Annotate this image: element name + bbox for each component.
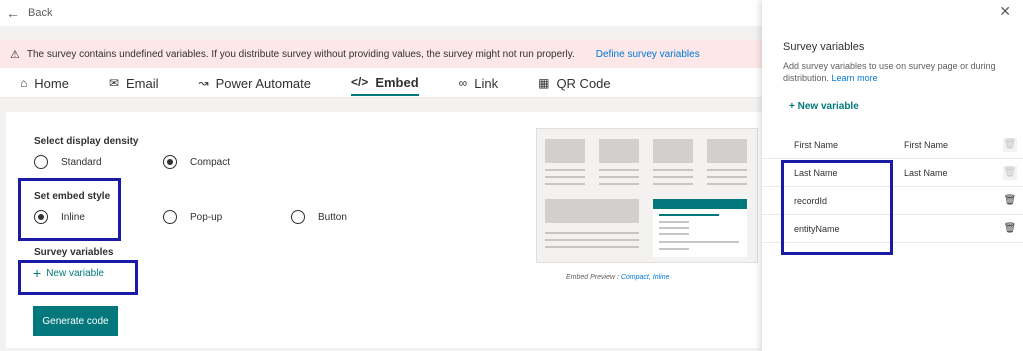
preview-line	[659, 233, 689, 235]
tab-label: Email	[126, 75, 159, 91]
define-variables-link[interactable]: Define survey variables	[596, 49, 700, 60]
tab-label: Link	[474, 75, 499, 91]
top-bar: ← Back	[0, 0, 762, 26]
density-label: Select display density	[34, 136, 139, 147]
variable-value: Last Name	[904, 167, 948, 178]
mail-icon: ✉	[108, 76, 119, 90]
preview-line	[659, 241, 739, 243]
tab-label: QR Code	[556, 75, 611, 91]
link-icon: ∞	[458, 76, 468, 90]
tab-link[interactable]: ∞ Link	[459, 68, 498, 96]
preview-block	[599, 139, 639, 163]
radio-label: Compact	[190, 156, 231, 168]
tab-home[interactable]: ⌂ Home	[20, 68, 69, 96]
preview-line	[545, 239, 639, 241]
tab-qr-code[interactable]: ▦ QR Code	[538, 68, 611, 96]
back-link[interactable]: Back	[28, 7, 52, 19]
radio-label: Pop-up	[190, 211, 223, 223]
panel-description: Add survey variables to use on survey pa…	[783, 60, 1018, 84]
tab-power-automate[interactable]: ↝ Power Automate	[199, 68, 311, 96]
survey-variables-label: Survey variables	[34, 247, 114, 258]
annotation-highlight-new-variable	[18, 260, 138, 295]
density-compact-radio[interactable]: Compact	[163, 155, 230, 169]
learn-more-link[interactable]: Learn more	[832, 73, 878, 83]
preview-block	[653, 139, 693, 163]
preview-caption: Embed Preview : Compact, Inline	[566, 274, 670, 281]
tab-embed[interactable]: </> Embed	[350, 68, 419, 96]
radio-circle	[34, 155, 48, 169]
panel-title: Survey variables	[783, 41, 865, 53]
preview-line	[653, 183, 693, 185]
preview-block	[545, 199, 639, 223]
preview-line	[545, 176, 585, 178]
preview-line	[545, 169, 585, 171]
variable-row: First Name First Name 🗑	[762, 131, 1023, 159]
variable-value: First Name	[904, 139, 949, 150]
embed-style-button-radio[interactable]: Button	[291, 210, 347, 224]
radio-circle	[163, 155, 177, 169]
preview-line	[545, 232, 639, 234]
flow-icon: ↝	[198, 76, 209, 90]
preview-line	[659, 227, 689, 229]
tab-email[interactable]: ✉ Email	[109, 68, 159, 96]
annotation-highlight-inline	[18, 178, 121, 241]
embed-preview-image	[536, 128, 758, 263]
preview-line	[707, 169, 747, 171]
preview-line	[545, 246, 639, 248]
preview-block	[707, 139, 747, 163]
back-arrow-icon[interactable]: ←	[6, 5, 20, 21]
share-tabs: ⌂ Home ✉ Email ↝ Power Automate </> Embe…	[0, 68, 762, 98]
preview-line	[599, 176, 639, 178]
radio-label: Standard	[61, 156, 102, 168]
warning-banner: ⚠ The survey contains undefined variable…	[0, 40, 762, 68]
preview-line	[599, 183, 639, 185]
embed-content: Select display density Standard Compact …	[6, 112, 762, 348]
preview-line	[659, 214, 719, 216]
panel-new-variable-button[interactable]: + New variable	[789, 101, 859, 112]
preview-line	[707, 183, 747, 185]
warning-icon: ⚠	[10, 48, 20, 61]
code-icon: </>	[350, 75, 369, 89]
preview-line	[707, 176, 747, 178]
home-icon: ⌂	[20, 76, 28, 90]
radio-circle	[163, 210, 177, 224]
tab-label: Embed	[375, 74, 419, 90]
preview-line	[545, 183, 585, 185]
preview-caption-prefix: Embed Preview :	[566, 274, 621, 281]
preview-line	[653, 169, 693, 171]
panel-description-text: Add survey variables to use on survey pa…	[783, 61, 996, 83]
preview-block	[545, 139, 585, 163]
radio-label: Button	[318, 211, 347, 223]
tab-label: Power Automate	[215, 75, 311, 91]
tab-label: Home	[34, 75, 69, 91]
preview-line	[599, 169, 639, 171]
qr-code-icon: ▦	[538, 76, 550, 90]
delete-icon[interactable]: 🗑	[1003, 194, 1017, 208]
variable-name: First Name	[794, 139, 839, 150]
delete-icon: 🗑	[1003, 137, 1017, 152]
delete-icon: 🗑	[1003, 165, 1017, 180]
generate-code-button[interactable]: Generate code	[33, 306, 118, 336]
preview-line	[653, 176, 693, 178]
preview-line	[659, 221, 689, 223]
close-icon[interactable]: ✕	[999, 3, 1011, 20]
survey-variables-panel: ✕ Survey variables Add survey variables …	[762, 0, 1023, 351]
embed-style-popup-radio[interactable]: Pop-up	[163, 210, 222, 224]
preview-embed-header	[653, 199, 747, 209]
preview-line	[659, 248, 689, 250]
radio-circle	[291, 210, 305, 224]
warning-message: The survey contains undefined variables.…	[26, 48, 575, 60]
preview-caption-value: Compact, Inline	[620, 274, 670, 281]
density-standard-radio[interactable]: Standard	[34, 155, 102, 169]
delete-icon[interactable]: 🗑	[1003, 222, 1017, 236]
annotation-highlight-variables	[781, 160, 893, 255]
